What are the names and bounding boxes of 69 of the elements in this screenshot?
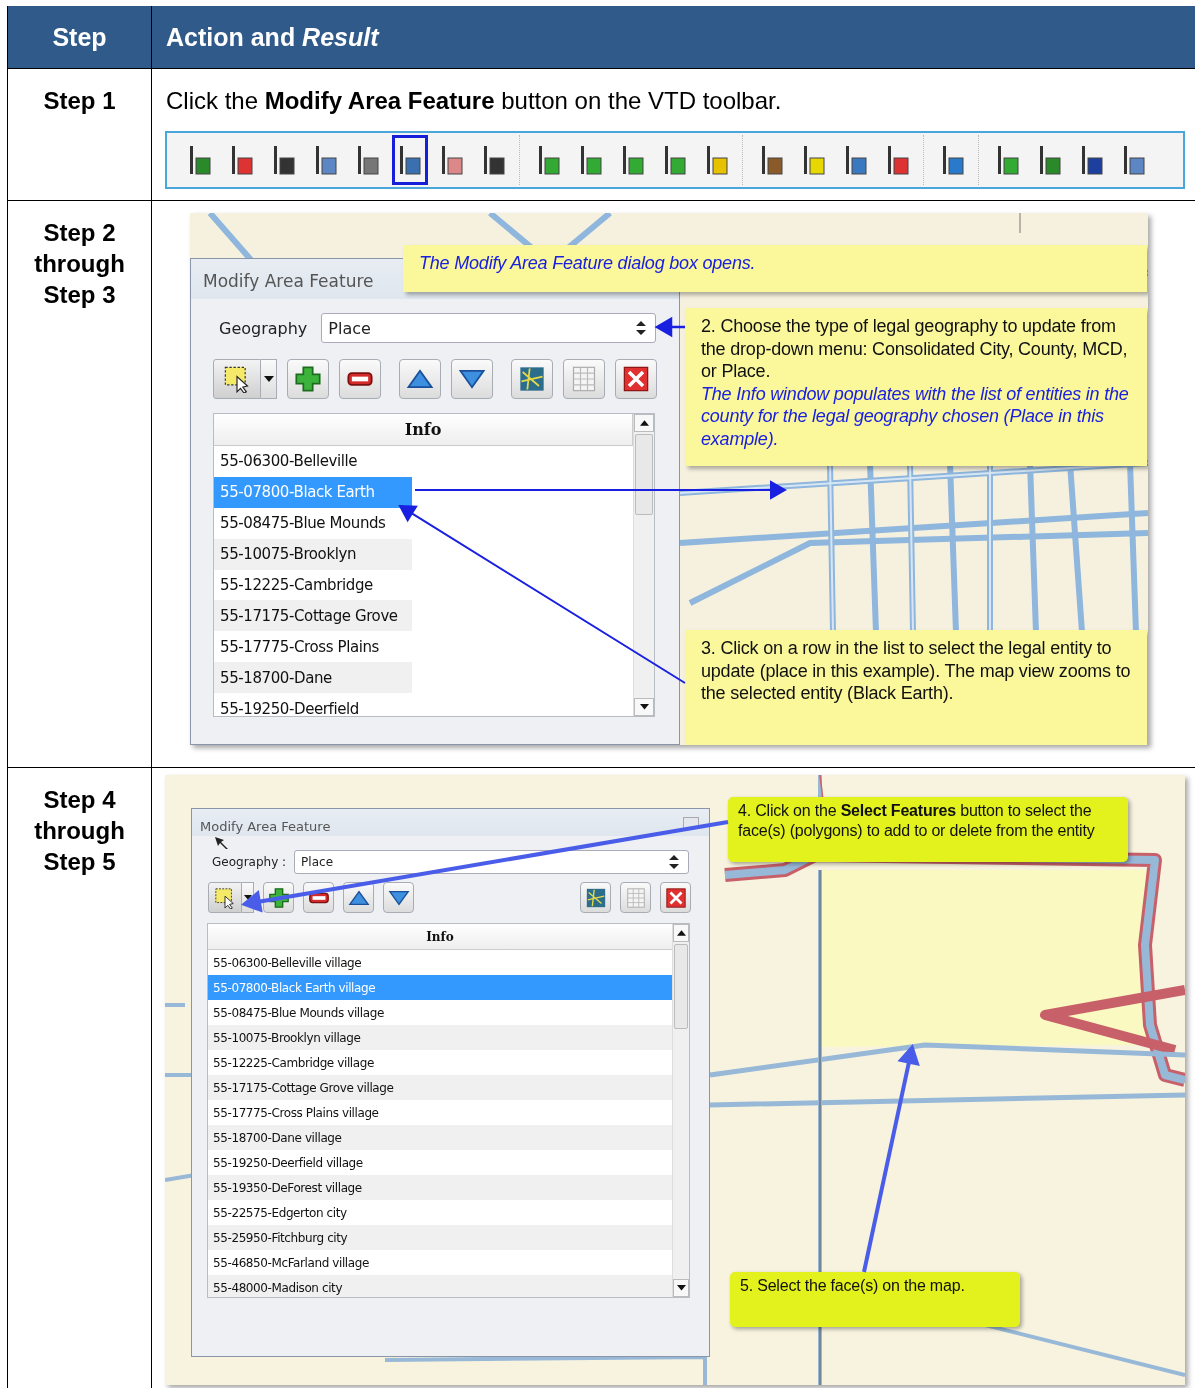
instruction-text: Click the Modify Area Feature button on the VTD toolbar. <box>165 86 783 116</box>
callout-text: 5. Select the face(s) on the map. <box>740 1276 966 1296</box>
move-up-button[interactable] <box>399 359 441 399</box>
scroll-down-button[interactable] <box>673 1279 689 1297</box>
cursor-icon <box>214 836 230 850</box>
close-button[interactable] <box>615 359 657 399</box>
list-item[interactable]: 55-10075-Brooklyn village <box>208 1025 672 1050</box>
close-icon <box>664 886 687 909</box>
scroll-down-button[interactable] <box>634 698 654 716</box>
step-label: Step 1 <box>42 86 117 116</box>
remove-button[interactable] <box>339 359 381 399</box>
callout-text: The Modify Area Feature dialog box opens. <box>419 252 757 275</box>
dialog-title: Modify Area Feature <box>199 818 332 836</box>
select-features-button[interactable] <box>208 882 242 913</box>
list-item[interactable]: 55-18700-Dane <box>214 662 412 694</box>
arrow <box>655 316 687 337</box>
list-item[interactable]: 55-19350-DeForest village <box>208 1175 672 1200</box>
list-item[interactable]: 55-17175-Cottage Grove <box>214 600 412 632</box>
spinner-arrows-icon <box>635 320 648 336</box>
plus-icon <box>294 365 322 393</box>
map-button[interactable] <box>511 359 553 399</box>
callout-text: 4. Click on the Select Features button to select the face(s) (polygons) to add to or delete from the entity <box>738 801 1096 841</box>
column-header: Step <box>52 22 107 52</box>
minimize-button[interactable] <box>683 816 699 829</box>
caret-icon <box>639 704 649 710</box>
list-item[interactable]: 55-48000-Madison city <box>208 1275 672 1297</box>
map-icon <box>518 365 546 393</box>
caret-icon <box>676 1285 686 1291</box>
scrollbar[interactable] <box>672 924 689 1297</box>
scroll-up-button[interactable] <box>634 414 654 432</box>
table-icon <box>624 886 647 909</box>
list-item[interactable]: 55-17175-Cottage Grove village <box>208 1075 672 1100</box>
close-button[interactable] <box>660 882 691 913</box>
close-icon <box>622 365 650 393</box>
map-button[interactable] <box>580 882 611 913</box>
callout-text: The Info window populates with the list of entities in the county for the legal geography chosen (Place in this example). <box>701 382 1130 450</box>
geography-dropdown[interactable]: Place <box>294 850 690 874</box>
column-header: Info <box>214 414 633 446</box>
spinner-arrows-icon <box>668 854 681 870</box>
list-item[interactable]: 55-18700-Dane village <box>208 1125 672 1150</box>
up-triangle-icon <box>639 420 649 426</box>
list-item[interactable]: 55-10075-Brooklyn <box>214 538 412 570</box>
step-label: Step 2 through Step 3 <box>33 218 126 310</box>
select-cursor-icon <box>214 886 236 909</box>
up-triangle-icon <box>676 930 686 936</box>
caret-icon <box>263 376 274 382</box>
geography-label: Geography : <box>212 855 287 869</box>
move-down-button[interactable] <box>451 359 493 399</box>
geography-dropdown[interactable]: Place <box>321 313 657 343</box>
scrollbar[interactable] <box>633 414 654 716</box>
dropdown-button[interactable] <box>261 359 277 399</box>
map-icon <box>584 886 607 909</box>
callout-text: 3. Click on a row in the list to select the legal entity to update (place in this example). The map view zooms to the selected entity (Black Earth). <box>701 637 1131 705</box>
column-header: Action and Result <box>166 22 379 52</box>
table-icon <box>570 365 598 393</box>
step-label: Step 4 through Step 5 <box>33 785 126 877</box>
scroll-up-button[interactable] <box>673 924 689 942</box>
select-cursor-icon <box>223 365 251 393</box>
select-features-button[interactable] <box>213 359 261 399</box>
geography-label: Geography <box>219 318 308 338</box>
scroll-thumb[interactable] <box>674 944 688 1030</box>
list-item[interactable]: 55-25950-Fitchburg city <box>208 1225 672 1250</box>
add-button[interactable] <box>287 359 329 399</box>
scroll-thumb[interactable] <box>635 434 653 515</box>
toolbar-button[interactable] <box>392 135 428 185</box>
dialog-title: Modify Area Feature <box>202 270 375 293</box>
callout-text: 2. Choose the type of legal geography to update from the drop-down menu: Consolidated City, County, MCD, or Place. <box>701 315 1129 383</box>
caret-icon <box>243 895 252 900</box>
move-down-button[interactable] <box>383 882 414 913</box>
